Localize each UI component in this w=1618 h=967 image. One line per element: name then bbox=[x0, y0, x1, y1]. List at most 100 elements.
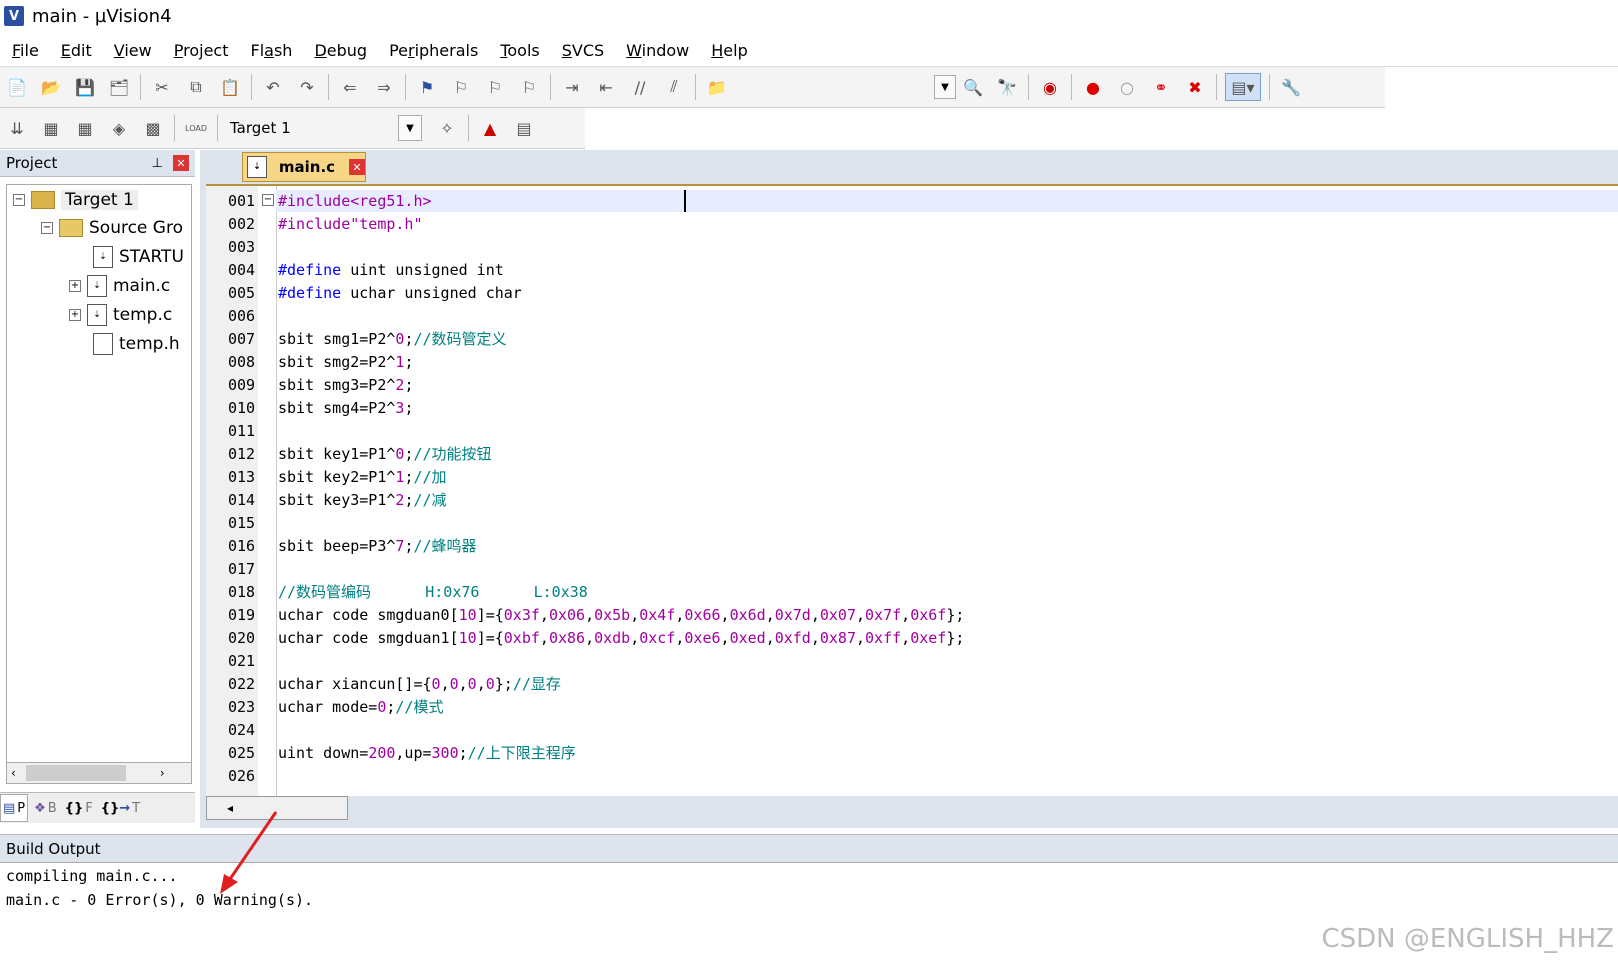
expand-icon[interactable]: + bbox=[69, 309, 81, 321]
menu-item[interactable]: Edit bbox=[61, 41, 92, 60]
tab-templates[interactable]: {}→ T bbox=[99, 795, 142, 821]
tab-functions[interactable]: {} F bbox=[63, 795, 95, 821]
scroll-left-icon[interactable]: ‹ bbox=[11, 766, 16, 780]
build-output-line: compiling main.c... bbox=[6, 867, 178, 885]
menu-item-label: dit bbox=[70, 40, 92, 60]
tree-item-source-group[interactable]: − Source Gro bbox=[41, 215, 183, 241]
code-line: uchar code smgduan0[10]={0x3f,0x06,0x5b,… bbox=[278, 606, 965, 624]
tree-item-file[interactable]: temp.h bbox=[93, 331, 180, 357]
line-number-gutter: 001 002 003 004 005 006 007 008 009 010 011 012 013 0… bbox=[206, 186, 258, 796]
rebuild-icon[interactable]: ▦ bbox=[72, 115, 98, 141]
translate-icon[interactable]: ⇊ bbox=[4, 115, 30, 141]
menu-item[interactable]: View bbox=[114, 41, 152, 60]
tab-project[interactable]: ▤ P bbox=[0, 794, 29, 822]
prev-bookmark-icon[interactable]: ⚐ bbox=[448, 74, 474, 100]
close-icon[interactable]: ✕ bbox=[173, 155, 189, 171]
scroll-right-icon[interactable]: › bbox=[160, 766, 165, 780]
target-select[interactable]: Target 1 ▼ bbox=[230, 115, 430, 141]
stop-build-icon[interactable]: ▩ bbox=[140, 115, 166, 141]
templates-icon: {}→ bbox=[100, 800, 131, 816]
menu-item[interactable]: Peripherals bbox=[389, 41, 478, 60]
batch-build-icon[interactable]: ◈ bbox=[106, 115, 132, 141]
unindent-icon[interactable]: ⇤ bbox=[593, 74, 619, 100]
comment-icon[interactable]: // bbox=[627, 74, 653, 100]
file-extensions-icon[interactable]: ▤ bbox=[511, 115, 537, 141]
line-number: 016 bbox=[228, 537, 256, 555]
save-all-icon[interactable]: 🗂 bbox=[106, 74, 132, 100]
toolbar-separator bbox=[1269, 74, 1270, 100]
uncomment-icon[interactable]: ⫽ bbox=[661, 74, 687, 100]
target-options-icon[interactable]: ✧ bbox=[434, 115, 460, 141]
disable-all-breakpoints-icon[interactable]: ⚭ bbox=[1148, 74, 1174, 100]
menu-item-label: F bbox=[12, 40, 21, 60]
chevron-down-icon[interactable]: ▼ bbox=[398, 115, 422, 141]
collapse-icon[interactable]: − bbox=[13, 194, 25, 206]
navigate-forward-icon[interactable]: ⇒ bbox=[371, 74, 397, 100]
expand-icon[interactable]: + bbox=[69, 280, 81, 292]
navigate-back-icon[interactable]: ⇐ bbox=[337, 74, 363, 100]
incremental-find-icon[interactable]: 🔭 bbox=[994, 74, 1020, 100]
new-file-icon[interactable]: 📄 bbox=[4, 74, 30, 100]
menu-item[interactable]: Tools bbox=[500, 41, 539, 60]
cut-icon[interactable]: ✂ bbox=[149, 74, 175, 100]
line-number: 004 bbox=[228, 261, 256, 279]
menu-item[interactable]: SVCS bbox=[562, 41, 604, 60]
menu-item-label: S bbox=[561, 40, 572, 60]
redo-icon[interactable]: ↷ bbox=[294, 74, 320, 100]
project-panel-tabs: ▤ P ❖ B {} F {}→ T bbox=[0, 792, 195, 823]
find-combo-dropdown[interactable]: ▼ bbox=[934, 75, 956, 99]
tree-item-file[interactable]: + ⇣ temp.c bbox=[69, 302, 172, 328]
build-icon[interactable]: ▦ bbox=[38, 115, 64, 141]
save-icon[interactable]: 💾 bbox=[72, 74, 98, 100]
code-editor[interactable]: 001 002 003 004 005 006 007 008 009 010 011 012 013 0… bbox=[206, 184, 1618, 796]
menu-item[interactable]: Flash bbox=[250, 41, 292, 60]
tree-item-file[interactable]: ⇣ STARTU bbox=[93, 244, 184, 270]
project-hscroll[interactable]: ‹ › bbox=[6, 762, 192, 784]
copy-icon[interactable]: ⧉ bbox=[183, 74, 209, 100]
download-load-icon[interactable]: LOAD bbox=[183, 115, 209, 141]
find-in-files-icon[interactable]: 📁 bbox=[704, 74, 730, 100]
code-line: uchar code smgduan1[10]={0xbf,0x86,0xdb,… bbox=[278, 629, 965, 647]
menu-item-label: H bbox=[711, 40, 724, 60]
insert-breakpoint-icon[interactable]: ● bbox=[1080, 74, 1106, 100]
code-line: #include<reg51.h> bbox=[278, 192, 432, 210]
configure-icon[interactable]: 🔧 bbox=[1278, 74, 1304, 100]
kill-all-breakpoints-icon[interactable]: ✖ bbox=[1182, 74, 1208, 100]
code-line: sbit beep=P3^7;//蜂鸣器 bbox=[278, 537, 477, 555]
menu-item-label: Fl bbox=[250, 40, 265, 60]
indent-icon[interactable]: ⇥ bbox=[559, 74, 585, 100]
line-number: 024 bbox=[228, 721, 256, 739]
fold-toggle-icon[interactable]: − bbox=[262, 194, 274, 206]
menu-item[interactable]: Window bbox=[626, 41, 689, 60]
pin-icon[interactable]: ⊥ bbox=[152, 156, 163, 171]
fold-margin bbox=[258, 186, 277, 796]
manage-components-icon[interactable]: ▲ bbox=[477, 115, 503, 141]
next-bookmark-icon[interactable]: ⚐ bbox=[482, 74, 508, 100]
paste-icon[interactable]: 📋 bbox=[217, 74, 243, 100]
tree-item-target[interactable]: − Target 1 bbox=[13, 187, 138, 213]
enable-breakpoint-icon[interactable]: ○ bbox=[1114, 74, 1140, 100]
menu-bar: File Edit View Project Flash Debug Peripherals… bbox=[0, 34, 1618, 67]
find-icon[interactable]: 🔍 bbox=[960, 74, 986, 100]
tree-item-label: Source Gro bbox=[89, 218, 183, 238]
close-icon[interactable]: ✕ bbox=[349, 159, 365, 175]
tab-main-c[interactable]: ⇣ main.c ✕ bbox=[242, 152, 366, 182]
clear-bookmarks-icon[interactable]: ⚐ bbox=[516, 74, 542, 100]
line-number: 014 bbox=[228, 491, 256, 509]
open-folder-icon[interactable]: 📂 bbox=[38, 74, 64, 100]
collapse-icon[interactable]: − bbox=[41, 222, 53, 234]
window-layout-icon[interactable]: ▤▾ bbox=[1225, 73, 1261, 101]
tab-books[interactable]: ❖ B bbox=[32, 795, 59, 821]
debug-session-icon[interactable]: ◉ bbox=[1037, 74, 1063, 100]
menu-item[interactable]: Debug bbox=[314, 41, 367, 60]
menu-item[interactable]: Help bbox=[711, 41, 747, 60]
target-folder-icon bbox=[31, 191, 55, 209]
undo-icon[interactable]: ↶ bbox=[260, 74, 286, 100]
menu-item[interactable]: File bbox=[12, 41, 39, 60]
scroll-thumb[interactable] bbox=[25, 765, 126, 781]
bookmark-icon[interactable]: ⚑ bbox=[414, 74, 440, 100]
tree-item-file[interactable]: + ⇣ main.c bbox=[69, 273, 170, 299]
menu-item[interactable]: Project bbox=[174, 41, 229, 60]
toolbar-separator bbox=[217, 115, 218, 141]
build-output-title: Build Output bbox=[6, 840, 101, 858]
